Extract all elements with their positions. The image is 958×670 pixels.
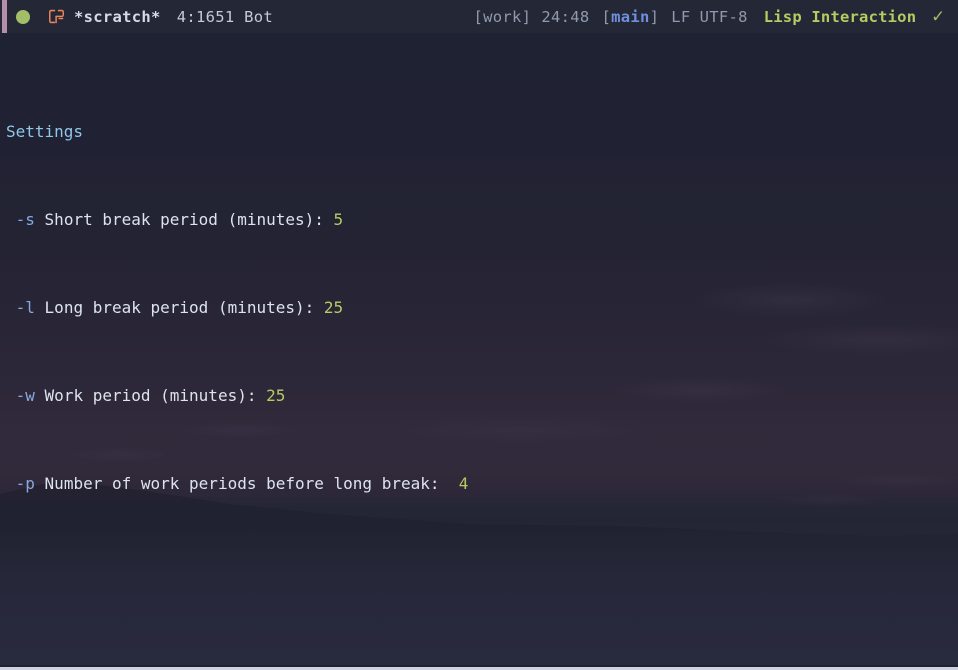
project-name[interactable]: [work]: [474, 8, 532, 26]
buffer-content[interactable]: Settings -s Short break period (minutes)…: [0, 33, 958, 670]
encoding-indicator[interactable]: UTF-8: [700, 8, 748, 26]
modeline-accent-bar: [2, 0, 7, 33]
setting-label: Number of work periods before long break…: [44, 474, 440, 493]
settings-heading: Settings: [0, 121, 958, 143]
setting-row: -w Work period (minutes): 25: [0, 385, 958, 407]
modeline: *scratch* 4:1651 Bot [work] 24:48 [ main…: [0, 0, 958, 33]
setting-value[interactable]: 25: [266, 386, 285, 405]
branch-bracket-close: ]: [649, 7, 660, 26]
setting-flag: -w: [15, 386, 35, 405]
buffer-name[interactable]: *scratch*: [74, 8, 161, 26]
modeline-right: [work] 24:48 [ main ] LF UTF-8 Lisp Inte…: [474, 7, 958, 26]
checkmark-icon: ✓: [932, 5, 944, 27]
setting-row: -s Short break period (minutes): 5: [0, 209, 958, 231]
cursor-position: 4:1651 Bot: [176, 7, 274, 26]
green-dot-icon: [16, 9, 30, 24]
setting-value[interactable]: 4: [459, 474, 469, 493]
lisp-logo-icon: [47, 7, 66, 26]
eol-indicator[interactable]: LF: [671, 8, 690, 26]
setting-label: Long break period (minutes):: [44, 298, 315, 317]
setting-flag: -l: [15, 298, 35, 317]
branch-bracket-open: [: [601, 7, 612, 26]
setting-label: Work period (minutes):: [44, 386, 257, 405]
setting-row: -p Number of work periods before long br…: [0, 473, 958, 495]
git-branch-name[interactable]: main: [611, 8, 650, 26]
modeline-left: *scratch* 4:1651 Bot: [0, 7, 273, 26]
emacs-window: *scratch* 4:1651 Bot [work] 24:48 [ main…: [0, 0, 958, 670]
major-mode-label[interactable]: Lisp Interaction: [764, 8, 917, 26]
setting-flag: -s: [15, 210, 35, 229]
setting-value[interactable]: 5: [334, 210, 344, 229]
timer-value: 24:48: [541, 7, 590, 26]
setting-flag: -p: [15, 474, 35, 493]
settings-heading-text: Settings: [6, 122, 84, 141]
setting-row: -l Long break period (minutes): 25: [0, 297, 958, 319]
setting-value[interactable]: 25: [324, 298, 343, 317]
setting-label: Short break period (minutes):: [44, 210, 324, 229]
